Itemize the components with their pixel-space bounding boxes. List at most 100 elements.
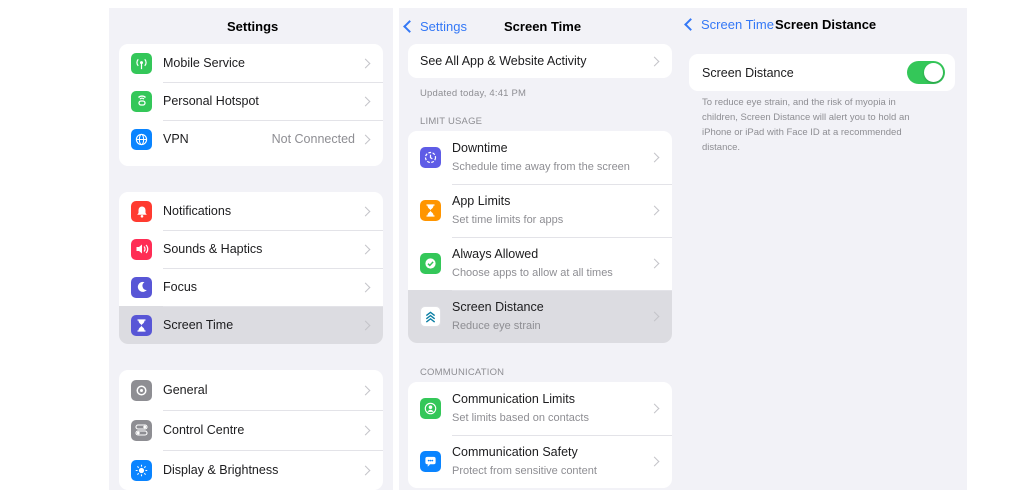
updated-timestamp: Updated today, 4:41 PM <box>420 88 527 99</box>
activity-label: See All App & Website Activity <box>420 54 587 68</box>
item-title: Downtime <box>452 141 508 155</box>
antenna-icon <box>131 52 152 74</box>
toggle-label: Screen Distance <box>702 65 794 80</box>
description-line: iPhone or iPad with Face ID at a recomme… <box>702 127 902 138</box>
item-title: Communication Limits <box>452 392 575 406</box>
speaker-icon <box>131 238 152 260</box>
settings-item-notifications[interactable]: Notifications <box>119 192 383 230</box>
page-title: Screen Time <box>504 19 582 34</box>
back-button[interactable]: Settings <box>403 19 467 34</box>
settings-item-mobile-service[interactable]: Mobile Service <box>119 44 383 82</box>
chevron-right-icon <box>360 465 371 475</box>
description-line: To reduce eye strain, and the risk of my… <box>702 97 896 108</box>
screen-distance-description: To reduce eye strain, and the risk of my… <box>702 95 960 155</box>
chevron-right-icon <box>360 244 371 254</box>
chevron-right-icon <box>360 206 371 216</box>
settings-item-label: Focus <box>163 280 198 294</box>
chevron-left-icon <box>403 20 416 33</box>
activity-group: See All App & Website Activity <box>408 44 672 78</box>
toggle-knob <box>924 63 943 82</box>
chevron-right-icon <box>360 385 371 395</box>
chevron-left-icon <box>684 18 697 31</box>
item-title: App Limits <box>452 194 511 208</box>
item-title: Communication Safety <box>452 445 578 459</box>
screen-time-item-always-allowed[interactable]: Always Allowed Choose apps to allow at a… <box>408 237 672 290</box>
back-button[interactable]: Screen Time <box>684 17 774 32</box>
settings-item-label: VPN <box>163 132 189 146</box>
item-subtitle: Protect from sensitive content <box>452 465 597 477</box>
chevron-right-icon <box>360 320 371 330</box>
screen-time-item-screen-distance[interactable]: Screen Distance Reduce eye strain <box>408 290 672 343</box>
page-title: Settings <box>227 19 279 34</box>
screen-distance-nav-bar: Screen Time Screen Distance <box>677 8 967 44</box>
item-subtitle: Choose apps to allow at all times <box>452 267 613 279</box>
moon-icon <box>131 276 152 298</box>
screen-distance-icon <box>420 306 441 327</box>
chevron-right-icon <box>360 96 371 106</box>
screen-time-item-communication-safety[interactable]: Communication Safety Protect from sensit… <box>408 435 672 488</box>
item-title: Screen Distance <box>452 300 544 314</box>
settings-item-control-centre[interactable]: Control Centre <box>119 410 383 450</box>
settings-group-connectivity: Mobile Service Personal Hotspot VPN Not … <box>119 44 383 166</box>
settings-item-label: Control Centre <box>163 423 245 437</box>
settings-item-vpn[interactable]: VPN Not Connected <box>119 120 383 158</box>
back-label: Screen Time <box>701 17 774 32</box>
vpn-status: Not Connected <box>271 132 355 146</box>
chevron-right-icon <box>649 311 660 322</box>
screen-distance-toggle-group: Screen Distance <box>689 54 955 91</box>
settings-item-label: Screen Time <box>163 318 234 332</box>
settings-item-label: Display & Brightness <box>163 463 279 477</box>
switches-icon <box>131 419 152 441</box>
chevron-right-icon <box>649 403 660 414</box>
settings-nav-bar: Settings <box>109 8 393 44</box>
screen-distance-toggle[interactable] <box>907 61 945 84</box>
sun-icon <box>131 459 152 481</box>
limit-usage-group: Downtime Schedule time away from the scr… <box>408 131 672 343</box>
screen-time-item-downtime[interactable]: Downtime Schedule time away from the scr… <box>408 131 672 184</box>
chevron-right-icon <box>649 56 660 66</box>
section-header-communication: COMMUNICATION <box>420 367 505 378</box>
settings-item-label: Personal Hotspot <box>163 94 259 108</box>
chevron-right-icon <box>360 425 371 435</box>
see-all-activity-link[interactable]: See All App & Website Activity <box>408 44 672 78</box>
screen-time-item-app-limits[interactable]: App Limits Set time limits for apps <box>408 184 672 237</box>
chevron-right-icon <box>360 134 371 144</box>
chevron-right-icon <box>360 282 371 292</box>
vpn-globe-icon <box>131 128 152 150</box>
contact-icon <box>420 398 441 419</box>
item-subtitle: Set limits based on contacts <box>452 412 589 424</box>
settings-group-notifications: Notifications Sounds & Haptics Focus Scr… <box>119 192 383 344</box>
item-subtitle: Schedule time away from the screen <box>452 161 630 173</box>
settings-item-general[interactable]: General <box>119 370 383 410</box>
screen-time-nav-bar: Settings Screen Time <box>399 8 683 44</box>
item-subtitle: Reduce eye strain <box>452 320 541 332</box>
chat-bubble-icon <box>420 451 441 472</box>
hourglass-icon <box>420 200 441 221</box>
chevron-right-icon <box>649 258 660 269</box>
screen-time-item-communication-limits[interactable]: Communication Limits Set limits based on… <box>408 382 672 435</box>
settings-group-general: General Control Centre Display & Brightn… <box>119 370 383 490</box>
chevron-right-icon <box>649 152 660 163</box>
hotspot-icon <box>131 90 152 112</box>
settings-item-sounds-haptics[interactable]: Sounds & Haptics <box>119 230 383 268</box>
hourglass-icon <box>131 314 152 336</box>
screen-time-panel: Settings Screen Time See All App & Websi… <box>399 8 683 490</box>
settings-item-focus[interactable]: Focus <box>119 268 383 306</box>
bell-icon <box>131 200 152 222</box>
chevron-right-icon <box>649 205 660 216</box>
settings-item-label: Sounds & Haptics <box>163 242 263 256</box>
settings-item-display-brightness[interactable]: Display & Brightness <box>119 450 383 490</box>
description-line: children, Screen Distance will alert you… <box>702 112 910 123</box>
settings-item-label: Mobile Service <box>163 56 245 70</box>
settings-item-personal-hotspot[interactable]: Personal Hotspot <box>119 82 383 120</box>
checkmark-icon <box>420 253 441 274</box>
settings-item-screen-time[interactable]: Screen Time <box>119 306 383 344</box>
downtime-icon <box>420 147 441 168</box>
description-line: distance. <box>702 142 741 153</box>
gear-icon <box>131 379 152 401</box>
communication-group: Communication Limits Set limits based on… <box>408 382 672 488</box>
chevron-right-icon <box>649 456 660 467</box>
screen-distance-panel: Screen Time Screen Distance Screen Dista… <box>677 8 967 490</box>
settings-item-label: General <box>163 383 208 397</box>
page-title: Screen Distance <box>775 17 877 32</box>
